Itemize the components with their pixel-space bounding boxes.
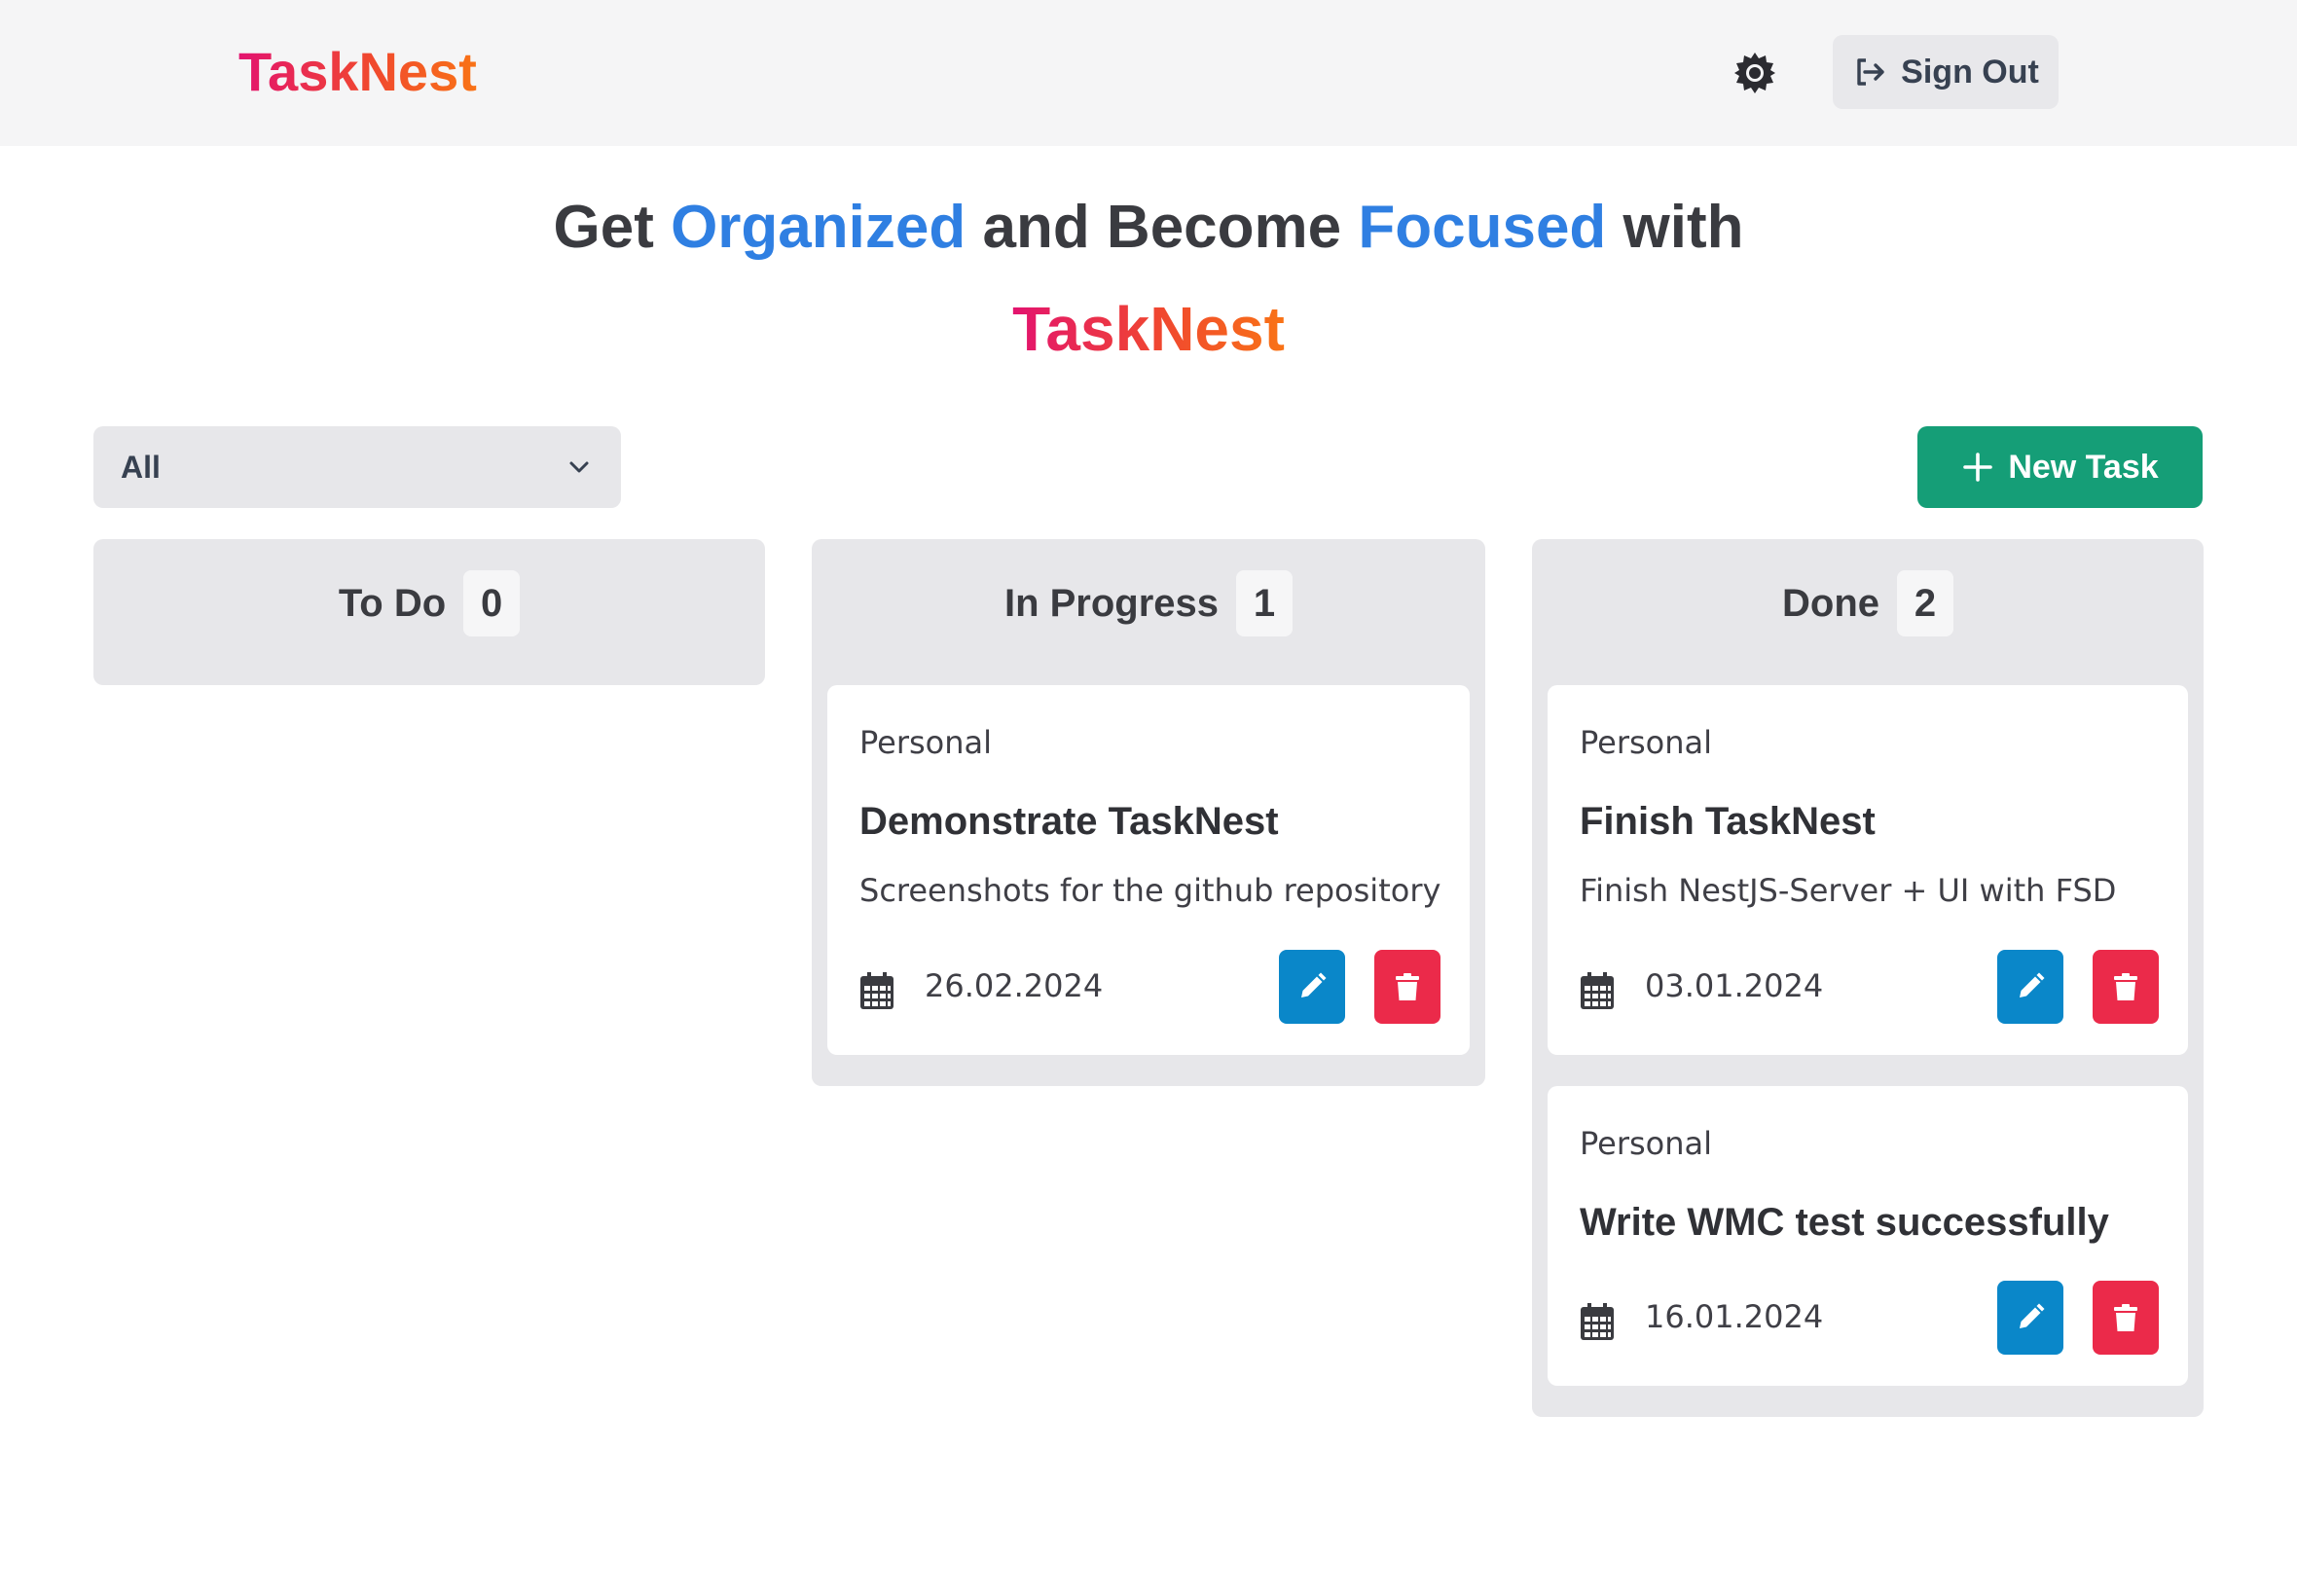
delete-task-button[interactable] bbox=[2093, 1281, 2159, 1355]
sign-out-icon bbox=[1857, 58, 1884, 86]
column-title: To Do bbox=[338, 581, 447, 625]
trash-icon bbox=[2114, 973, 2137, 1000]
calendar-icon bbox=[860, 972, 893, 1009]
task-title: Demonstrate TaskNest bbox=[859, 800, 1279, 843]
task-category: Personal bbox=[1580, 1125, 1713, 1162]
edit-task-button[interactable] bbox=[1997, 1281, 2063, 1355]
pencil-icon bbox=[2020, 972, 2045, 998]
column-done: Done 2 Personal Finish TaskNest Finish N… bbox=[1532, 539, 2204, 1417]
task-category: Personal bbox=[1580, 724, 1713, 761]
calendar-icon bbox=[1581, 1303, 1614, 1340]
chevron-down-icon bbox=[569, 461, 589, 473]
task-title: Finish TaskNest bbox=[1580, 800, 1876, 843]
delete-task-button[interactable] bbox=[1374, 950, 1440, 1024]
hero-accent-organized: Organized bbox=[671, 194, 966, 261]
task-due-date: 03.01.2024 bbox=[1645, 967, 1824, 1004]
edit-task-button[interactable] bbox=[1279, 950, 1345, 1024]
column-title: Done bbox=[1782, 581, 1879, 625]
hero-accent-focused: Focused bbox=[1358, 194, 1607, 261]
column-title: In Progress bbox=[1003, 581, 1220, 625]
column-count-badge: 0 bbox=[463, 570, 521, 636]
task-card[interactable]: Personal Finish TaskNest Finish NestJS-S… bbox=[1548, 685, 2188, 1055]
task-description: Screenshots for the github repository bbox=[859, 872, 1441, 909]
pencil-icon bbox=[2020, 1303, 2045, 1328]
hero-text-2: and Become bbox=[966, 194, 1359, 261]
column-in-progress: In Progress 1 Personal Demonstrate TaskN… bbox=[812, 539, 1485, 1086]
theme-toggle-button[interactable] bbox=[1731, 49, 1779, 97]
column-header: In Progress 1 bbox=[812, 539, 1485, 668]
pencil-icon bbox=[1301, 972, 1327, 998]
task-card[interactable]: Personal Demonstrate TaskNest Screenshot… bbox=[827, 685, 1470, 1055]
edit-task-button[interactable] bbox=[1997, 950, 2063, 1024]
top-header: TaskNest Sign Out bbox=[0, 0, 2297, 146]
plus-icon bbox=[1963, 453, 1993, 482]
task-category: Personal bbox=[859, 724, 993, 761]
column-todo: To Do 0 bbox=[93, 539, 765, 685]
column-header: To Do 0 bbox=[93, 539, 765, 668]
trash-icon bbox=[1396, 973, 1419, 1000]
brand-logo[interactable]: TaskNest bbox=[238, 37, 477, 107]
task-due-date: 16.01.2024 bbox=[1645, 1298, 1824, 1335]
delete-task-button[interactable] bbox=[2093, 950, 2159, 1024]
hero-heading: Get Organized and Become Focused with bbox=[0, 187, 2297, 269]
task-due-date: 26.02.2024 bbox=[925, 967, 1104, 1004]
sun-gear-icon bbox=[1734, 53, 1775, 93]
task-description: Finish NestJS-Server + UI with FSD bbox=[1580, 872, 2117, 909]
new-task-label: New Task bbox=[2008, 448, 2159, 486]
new-task-button[interactable]: New Task bbox=[1917, 426, 2203, 508]
column-count-badge: 2 bbox=[1897, 570, 1953, 636]
column-header: Done 2 bbox=[1532, 539, 2204, 668]
hero-text-3: with bbox=[1606, 194, 1744, 261]
hero-text-1: Get bbox=[553, 194, 672, 261]
calendar-icon bbox=[1581, 972, 1614, 1009]
trash-icon bbox=[2114, 1304, 2137, 1331]
task-title: Write WMC test successfully bbox=[1580, 1201, 2109, 1244]
sign-out-button[interactable]: Sign Out bbox=[1833, 35, 2059, 109]
task-card[interactable]: Personal Write WMC test successfully 16.… bbox=[1548, 1086, 2188, 1386]
column-count-badge: 1 bbox=[1236, 570, 1294, 636]
filter-value: All bbox=[121, 449, 161, 485]
sign-out-label: Sign Out bbox=[1901, 53, 2039, 91]
hero-brand: TaskNest bbox=[0, 288, 2297, 370]
category-filter-select[interactable]: All bbox=[93, 426, 621, 508]
hero-brand-text: TaskNest bbox=[1012, 288, 1285, 370]
